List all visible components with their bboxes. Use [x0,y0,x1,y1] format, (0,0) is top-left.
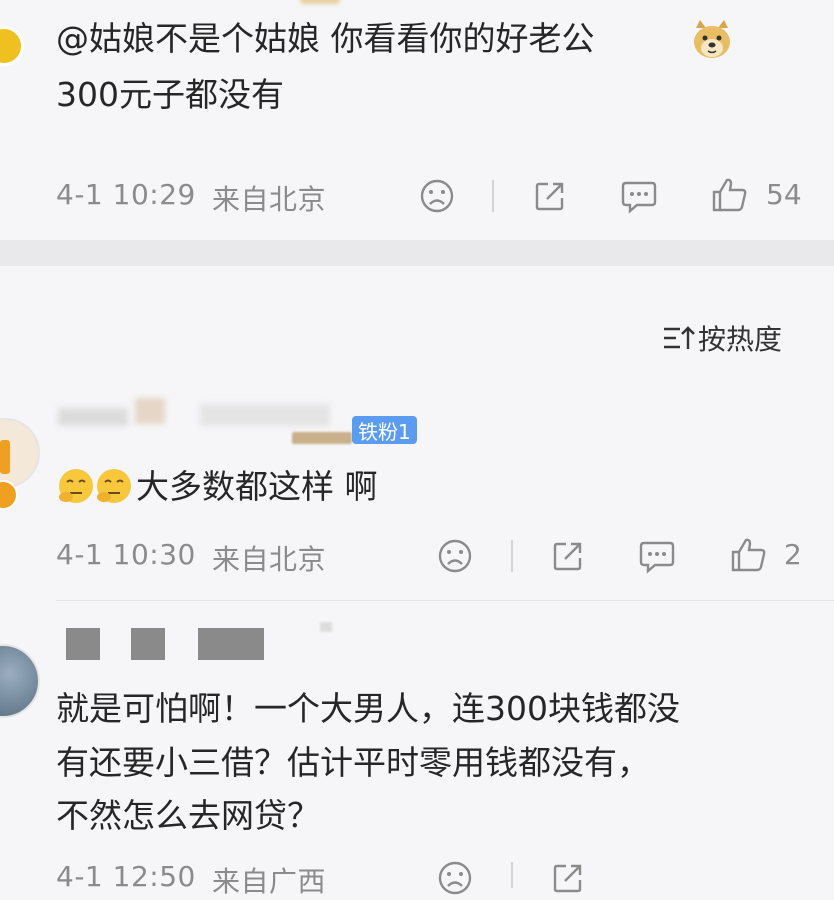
sad-face-icon[interactable] [419,178,455,214]
fan-level-decoration [292,432,352,444]
share-icon[interactable] [532,178,568,214]
avatar-fragment [300,0,340,4]
redacted-username [198,628,264,660]
sad-face-icon[interactable] [437,538,473,574]
blurred-username [200,404,330,426]
doge-emoji-icon [690,18,734,62]
action-divider [511,862,513,888]
comment-3-location: 来自广西 [212,865,327,898]
comment-icon[interactable] [638,538,676,574]
like-icon[interactable] [729,536,767,574]
avatar[interactable] [0,644,40,718]
like-icon[interactable] [710,176,748,214]
comment-1-text-line-1: @姑娘不是个姑娘 你看看你的好老公 [56,19,595,58]
comment-icon[interactable] [620,178,658,214]
comment-divider [56,600,834,601]
comment-1-like-count: 54 [766,178,802,211]
share-icon[interactable] [550,538,586,574]
redacted-username [66,628,100,660]
sort-control[interactable]: 按热度 [662,318,782,358]
action-divider [511,540,513,572]
fan-badge: 铁粉1 [352,416,417,444]
comment-2-text: 大多数都这样 啊 [136,467,378,506]
thinking-emoji-icon [94,466,134,506]
avatar-accent [0,440,10,474]
username-decoration [320,622,332,632]
share-icon[interactable] [550,860,586,896]
comment-3-time: 4-1 12:50 [56,860,196,893]
comment-3-text-line-1: 就是可怕啊！一个大男人，连300块钱都没 [56,689,680,728]
section-separator [0,240,834,266]
verified-badge-icon [0,26,24,66]
redacted-username [131,628,165,660]
comment-1-time: 4-1 10:29 [56,178,196,211]
comment-2-like-count: 2 [784,538,802,571]
comment-1-text-line-2: 300元子都没有 [56,75,284,114]
blurred-username [135,398,165,424]
sort-label: 按热度 [698,323,783,356]
sad-face-icon[interactable] [437,860,473,896]
comment-1-location: 来自北京 [212,183,327,216]
comment-3-text-line-3: 不然怎么去网贷？ [56,796,320,835]
sort-icon [662,323,696,353]
fan-badge-label: 铁粉1 [358,419,411,444]
thinking-emoji-icon [56,466,96,506]
blurred-username [58,408,128,426]
comment-2-time: 4-1 10:30 [56,538,196,571]
comment-2-location: 来自北京 [212,543,327,576]
action-divider [492,180,494,212]
comment-3-text-line-2: 有还要小三借？估计平时零用钱都没有， [56,743,650,782]
